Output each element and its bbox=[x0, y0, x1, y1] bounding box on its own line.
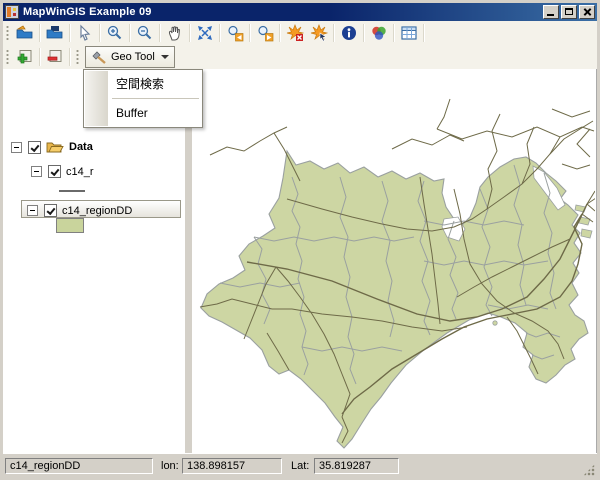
road-layer-label: c14_r bbox=[66, 165, 94, 178]
region-fill-symbol bbox=[56, 218, 84, 233]
toolbar-grip[interactable] bbox=[6, 25, 9, 41]
hammer-icon bbox=[92, 50, 106, 64]
zoom-in-button[interactable] bbox=[103, 22, 127, 44]
cursor-icon bbox=[80, 24, 91, 41]
layer-row-region[interactable]: c14_regionDD bbox=[27, 204, 132, 217]
zoom-out-button[interactable] bbox=[133, 22, 157, 44]
app-icon bbox=[5, 5, 19, 19]
collapse-icon[interactable] bbox=[11, 141, 22, 153]
road-layer-checkbox[interactable] bbox=[48, 165, 61, 178]
folder-icon bbox=[46, 142, 64, 153]
open-button[interactable] bbox=[13, 22, 37, 44]
clear-shapes-button[interactable] bbox=[283, 22, 307, 44]
toolbar-grip-2[interactable] bbox=[6, 49, 9, 65]
add-layer-icon bbox=[17, 50, 32, 64]
collapse-icon[interactable] bbox=[27, 205, 38, 216]
select-shape-icon bbox=[310, 24, 328, 42]
menu-item-spatial-search[interactable]: 空間検索 bbox=[110, 72, 204, 96]
toolbar-layers: Geo Tool bbox=[3, 45, 597, 69]
select-shape-button[interactable] bbox=[307, 22, 331, 44]
attribute-table-button[interactable] bbox=[397, 22, 421, 44]
lon-value: 138.898157 bbox=[182, 458, 282, 474]
remove-layer-icon bbox=[47, 50, 62, 62]
road-line-symbol bbox=[59, 190, 85, 192]
maximize-button[interactable] bbox=[561, 5, 577, 19]
toolbar-main bbox=[3, 21, 597, 45]
zoom-out-icon bbox=[137, 25, 152, 40]
app-window: { "window": { "title": "MapWinGIS Exampl… bbox=[0, 0, 600, 480]
add-layer-button[interactable] bbox=[13, 46, 37, 68]
pan-hand-icon bbox=[168, 26, 180, 41]
geo-tool-dropdown-button[interactable]: Geo Tool bbox=[85, 46, 175, 68]
dropdown-arrow-icon bbox=[160, 55, 169, 59]
collapse-icon[interactable] bbox=[31, 166, 42, 177]
attribute-table-icon bbox=[401, 26, 417, 40]
cursor-tool-button[interactable] bbox=[73, 22, 97, 44]
map-canvas bbox=[199, 98, 600, 449]
toolbar-grip-3[interactable] bbox=[76, 49, 79, 65]
region-layer-checkbox[interactable] bbox=[44, 204, 57, 217]
menu-icon-gutter bbox=[85, 71, 108, 126]
menu-item-buffer[interactable]: Buffer bbox=[110, 101, 204, 125]
zoom-next-button[interactable] bbox=[253, 22, 277, 44]
window-title: MapWinGIS Example 09 bbox=[23, 6, 152, 18]
clear-shapes-icon bbox=[286, 24, 304, 41]
region-layer-label: c14_regionDD bbox=[62, 204, 133, 217]
lat-label: Lat: bbox=[291, 460, 310, 472]
map-view[interactable] bbox=[192, 69, 600, 453]
toolbar-area: Geo Tool bbox=[3, 21, 597, 70]
lon-label: lon: bbox=[161, 460, 179, 472]
zoom-previous-button[interactable] bbox=[223, 22, 247, 44]
legend-root-row[interactable]: Data bbox=[11, 140, 93, 154]
lat-value: 35.819287 bbox=[314, 458, 399, 474]
open-folder-icon bbox=[16, 25, 33, 39]
zoom-extent-icon bbox=[198, 26, 212, 40]
info-icon bbox=[342, 26, 356, 40]
root-checkbox[interactable] bbox=[28, 140, 41, 154]
status-bar: c14_regionDD lon: 138.898157 Lat: 35.819… bbox=[3, 453, 597, 478]
resize-grip[interactable] bbox=[583, 464, 595, 476]
minimize-button[interactable] bbox=[543, 5, 559, 19]
geo-tool-menu: 空間検索 Buffer bbox=[83, 69, 203, 128]
pan-tool-button[interactable] bbox=[163, 22, 187, 44]
save-button[interactable] bbox=[43, 22, 67, 44]
title-bar[interactable]: MapWinGIS Example 09 bbox=[3, 3, 597, 21]
save-folder-icon bbox=[46, 26, 63, 39]
zoom-extent-button[interactable] bbox=[193, 22, 217, 44]
layer-row-road[interactable]: c14_r bbox=[31, 165, 94, 178]
remove-layer-button[interactable] bbox=[43, 46, 67, 68]
status-layer-name: c14_regionDD bbox=[5, 458, 153, 474]
zoom-in-icon bbox=[107, 25, 122, 40]
zoom-previous-icon bbox=[228, 25, 244, 42]
menu-separator bbox=[112, 98, 199, 99]
zoom-next-icon bbox=[258, 25, 274, 42]
info-button[interactable] bbox=[337, 22, 361, 44]
symbology-icon bbox=[372, 26, 386, 40]
geo-tool-label: Geo Tool bbox=[111, 51, 155, 63]
symbology-button[interactable] bbox=[367, 22, 391, 44]
close-button[interactable] bbox=[579, 5, 595, 19]
root-label: Data bbox=[69, 141, 93, 153]
